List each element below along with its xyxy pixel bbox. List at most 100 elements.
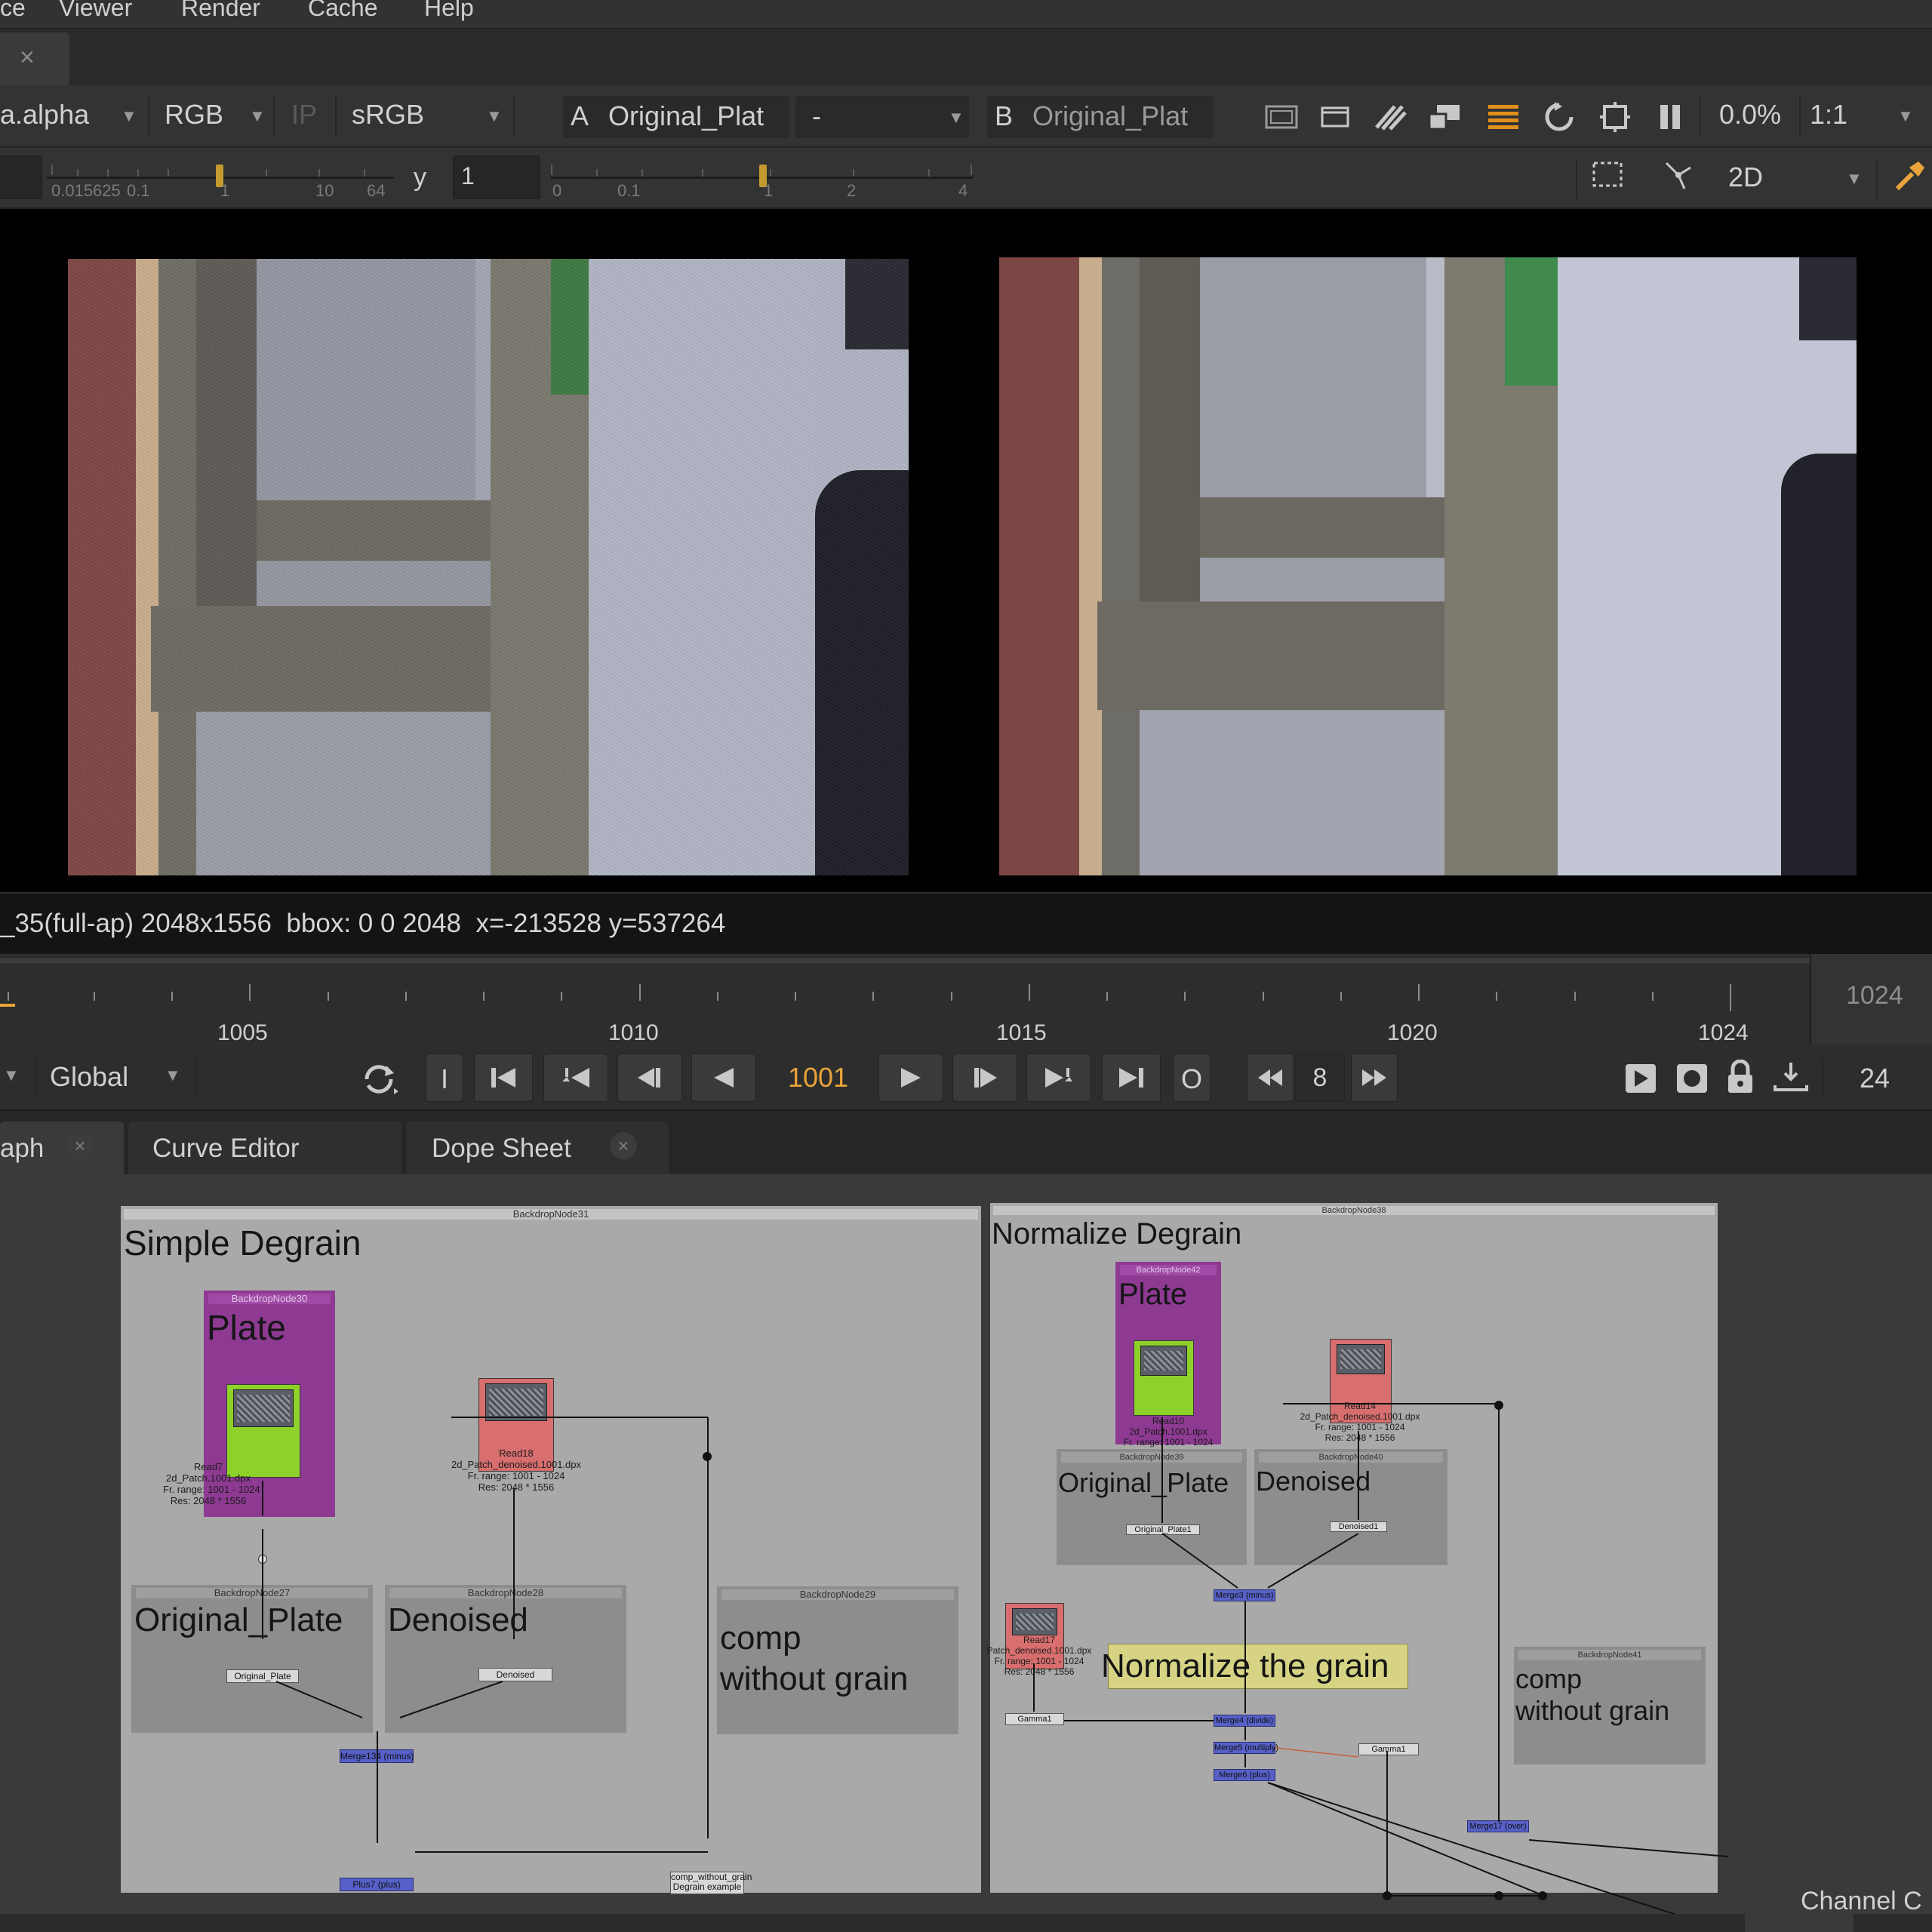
zoom-percent: 0.0% bbox=[1719, 99, 1782, 130]
gain-tick-label: 1 bbox=[220, 181, 230, 200]
status-strip bbox=[0, 1914, 1932, 1932]
next-frame-button[interactable] bbox=[952, 1054, 1017, 1102]
input-b-value[interactable]: Original_Plat bbox=[1032, 100, 1188, 132]
viewer-image-a bbox=[68, 259, 909, 875]
chevron-down-icon[interactable]: ▼ bbox=[948, 108, 964, 128]
guides-icon[interactable] bbox=[1263, 100, 1300, 134]
previous-keyframe-button[interactable] bbox=[543, 1054, 608, 1102]
scrollbar-thumb[interactable] bbox=[1745, 1914, 1854, 1932]
menu-viewer[interactable]: Viewer bbox=[59, 0, 132, 22]
gain-tick-label: 10 bbox=[315, 181, 334, 200]
chevron-down-icon[interactable]: ▼ bbox=[1897, 106, 1914, 126]
panel-tab-strip: aph × Curve Editor × Dope Sheet × bbox=[0, 1112, 1932, 1174]
tab-dope-sheet[interactable]: Dope Sheet × bbox=[406, 1121, 669, 1174]
timeline-label: 1015 bbox=[996, 1020, 1047, 1045]
chevron-down-icon[interactable]: ▼ bbox=[3, 1066, 20, 1085]
record-icon[interactable] bbox=[1675, 1063, 1709, 1094]
flipbook-play-icon[interactable] bbox=[1624, 1063, 1657, 1094]
chevron-down-icon[interactable]: ▼ bbox=[1846, 169, 1863, 189]
format-info: _35(full-ap) 2048x1556 bbox: 0 0 2048 x=… bbox=[0, 909, 726, 938]
play-backward-button[interactable] bbox=[691, 1054, 756, 1102]
scanlines-icon[interactable] bbox=[1485, 100, 1521, 134]
roi-icon[interactable] bbox=[1426, 100, 1463, 134]
set-out-point-button[interactable]: O bbox=[1173, 1054, 1211, 1102]
playhead-marker[interactable] bbox=[0, 1004, 15, 1007]
gamma-tick-label: 1 bbox=[764, 181, 774, 200]
transform-handles-icon[interactable] bbox=[1660, 158, 1697, 192]
step-forward-button[interactable] bbox=[1351, 1054, 1398, 1102]
next-keyframe-button[interactable] bbox=[1026, 1054, 1091, 1102]
nuke-window: ce Viewer Render Cache Help × a.alpha ▼ … bbox=[0, 0, 1932, 1932]
timeline-label: 1024 bbox=[1698, 1020, 1749, 1045]
gamma-field[interactable]: 1 bbox=[453, 155, 540, 199]
divider bbox=[1799, 96, 1801, 137]
settings-icon[interactable] bbox=[1597, 100, 1633, 134]
selection-rect-icon[interactable] bbox=[1591, 158, 1627, 192]
transport-bar: ▼ Global ▼ I 1001 O 8 24 bbox=[0, 1044, 1932, 1111]
gamma-tick-label: 0.1 bbox=[617, 181, 641, 200]
play-forward-button[interactable] bbox=[878, 1054, 943, 1102]
gamma-tick-label: 0 bbox=[552, 181, 562, 200]
menu-cache[interactable]: Cache bbox=[308, 0, 378, 22]
node-graph[interactable]: BackdropNode31 Simple Degrain BackdropNo… bbox=[0, 1174, 1932, 1915]
range-scope-dropdown[interactable]: Global bbox=[50, 1061, 128, 1093]
fps-field[interactable]: 24 bbox=[1860, 1063, 1890, 1094]
mask-overlay-icon[interactable] bbox=[1318, 100, 1354, 134]
menu-render[interactable]: Render bbox=[181, 0, 260, 22]
gain-tick-label: 0.015625 bbox=[51, 181, 121, 200]
end-frame-box[interactable]: 1024 bbox=[1810, 954, 1932, 1044]
timeline-label: 1010 bbox=[608, 1020, 659, 1045]
chevron-down-icon[interactable]: ▼ bbox=[486, 106, 503, 126]
wipe-diagonal-icon[interactable] bbox=[1372, 100, 1408, 134]
previous-frame-button[interactable] bbox=[617, 1054, 682, 1102]
timeline-range-bar bbox=[0, 958, 1810, 963]
gamma-tick-label: 2 bbox=[847, 181, 857, 200]
lut-dropdown[interactable]: sRGB bbox=[352, 99, 424, 131]
proxy-ratio[interactable]: 1:1 bbox=[1810, 99, 1847, 131]
menu-help[interactable]: Help bbox=[424, 0, 474, 22]
ip-toggle[interactable]: IP bbox=[291, 99, 317, 131]
chevron-down-icon[interactable]: ▼ bbox=[165, 1066, 181, 1085]
lock-icon[interactable] bbox=[1725, 1060, 1755, 1094]
divider bbox=[1576, 158, 1577, 199]
loop-mode-icon[interactable] bbox=[361, 1061, 401, 1097]
close-icon[interactable]: × bbox=[610, 1132, 637, 1159]
input-a-label: A bbox=[571, 100, 589, 131]
channels-dropdown[interactable]: a.alpha bbox=[0, 99, 89, 131]
viewer-canvas[interactable] bbox=[0, 209, 1932, 892]
step-back-button[interactable] bbox=[1247, 1054, 1294, 1102]
color-picker-icon[interactable] bbox=[1893, 158, 1929, 192]
timeline-label: 1005 bbox=[217, 1020, 268, 1045]
input-a-value[interactable]: Original_Plat bbox=[608, 100, 764, 132]
tab-label: Dope Sheet bbox=[432, 1134, 571, 1163]
step-increment-field[interactable]: 8 bbox=[1295, 1054, 1345, 1102]
pause-icon[interactable] bbox=[1653, 100, 1689, 134]
tab-node-graph[interactable]: aph × bbox=[0, 1121, 124, 1174]
chevron-down-icon[interactable]: ▼ bbox=[249, 106, 266, 126]
close-icon[interactable]: × bbox=[66, 1132, 94, 1159]
tab-label: aph bbox=[0, 1134, 45, 1163]
gain-slider[interactable]: 0.015625 0.1 1 10 64 bbox=[47, 154, 394, 200]
gain-field[interactable] bbox=[0, 155, 42, 199]
timeline[interactable]: 1005 1010 1015 1020 1024 1024 bbox=[0, 954, 1932, 1045]
close-icon[interactable]: × bbox=[20, 43, 35, 72]
viewer-tab[interactable]: × bbox=[0, 32, 69, 85]
sync-icon[interactable] bbox=[1772, 1060, 1810, 1094]
tab-curve-editor[interactable]: Curve Editor × bbox=[128, 1121, 501, 1174]
menu-workspace[interactable]: ce bbox=[0, 0, 26, 22]
viewer-image-b bbox=[999, 257, 1857, 875]
last-frame-button[interactable] bbox=[1102, 1054, 1161, 1102]
view-mode-dropdown[interactable]: 2D bbox=[1728, 162, 1763, 193]
menu-bar: ce Viewer Render Cache Help bbox=[0, 0, 1932, 29]
gamma-tick-label: 4 bbox=[958, 181, 968, 200]
wipe-mode-value: - bbox=[812, 100, 821, 131]
display-channel-dropdown[interactable]: RGB bbox=[165, 99, 223, 131]
chevron-down-icon[interactable]: ▼ bbox=[121, 106, 137, 126]
gamma-slider[interactable]: 0 0.1 1 2 4 bbox=[551, 154, 974, 200]
set-in-point-button[interactable]: I bbox=[426, 1054, 463, 1102]
first-frame-button[interactable] bbox=[474, 1054, 533, 1102]
refresh-icon[interactable] bbox=[1541, 100, 1577, 134]
viewer-toolbar-top: a.alpha ▼ RGB ▼ IP sRGB ▼ A Original_Pla… bbox=[0, 85, 1932, 147]
current-frame-field[interactable]: 1001 bbox=[765, 1054, 871, 1102]
wipe-mode-dropdown[interactable] bbox=[795, 96, 969, 138]
